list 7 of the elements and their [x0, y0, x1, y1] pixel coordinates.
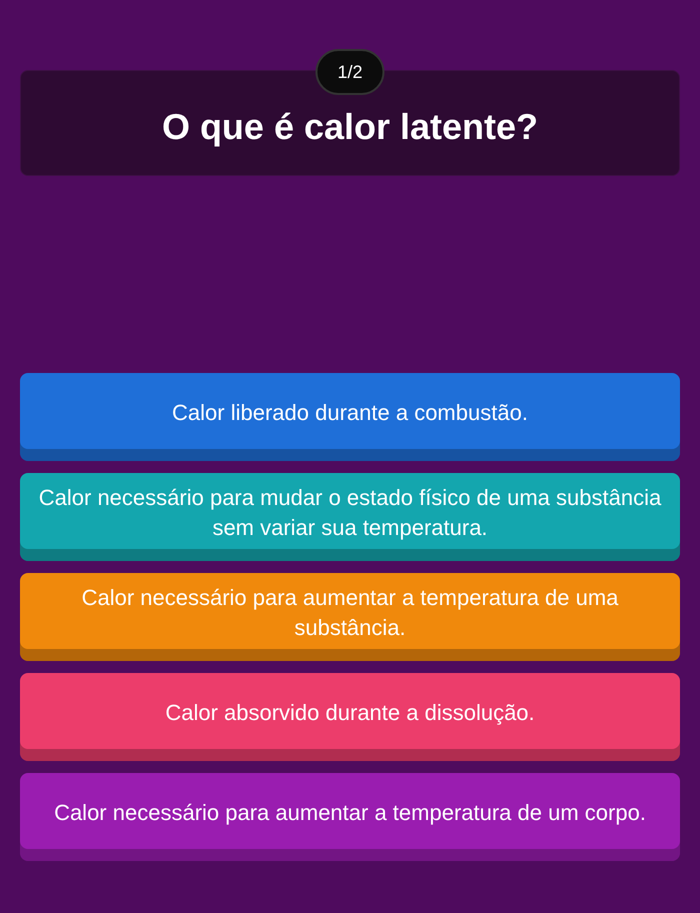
- question-counter: 1/2: [315, 49, 385, 95]
- answer-option[interactable]: Calor necessário para aumentar a temperatura de um corpo.: [20, 773, 680, 861]
- answer-option[interactable]: Calor absorvido durante a dissolução.: [20, 673, 680, 761]
- question-text: O que é calor latente?: [162, 105, 538, 149]
- answer-option[interactable]: Calor necessário para aumentar a temperatura de uma substância.: [20, 573, 680, 661]
- answer-option[interactable]: Calor necessário para mudar o estado físico de uma substância sem variar sua temperatura.: [20, 473, 680, 561]
- answer-option[interactable]: Calor liberado durante a combustão.: [20, 373, 680, 461]
